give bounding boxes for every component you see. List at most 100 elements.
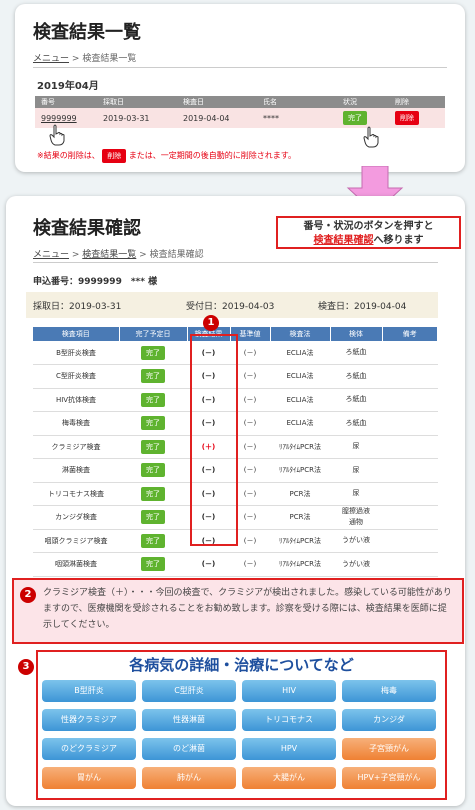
breadcrumb-menu-link[interactable]: メニュー [33, 54, 69, 64]
remarks [382, 529, 438, 553]
detail-page-title: 検査結果確認 [33, 218, 141, 239]
sample-type: ろ紙血 [330, 411, 382, 436]
page-title: 検査結果一覧 [33, 22, 141, 43]
test-method: ECLIA法 [270, 388, 330, 412]
disease-link-button[interactable]: 大腸がん [242, 767, 336, 789]
applicant-number: 申込番号：9999999 *** 様 [33, 277, 158, 287]
disease-link-button[interactable]: カンジダ [342, 709, 436, 731]
disease-link-button[interactable]: HPV+子宮頸がん [342, 767, 436, 789]
test-method: ﾘｱﾙﾀｲﾑPCR法 [270, 435, 330, 459]
test-item: 淋菌検査 [33, 458, 119, 483]
col-name: 氏名 [257, 96, 337, 108]
disease-link-button[interactable]: のどクラミジア [42, 738, 136, 760]
disease-link-button[interactable]: 性器クラミジア [42, 709, 136, 731]
callout-highlight: 検査結果確認 [313, 235, 374, 246]
annotation-badge-3: 3 [18, 659, 34, 675]
col-sample: 検体 [330, 327, 383, 341]
sample-type: うがい液 [330, 552, 382, 577]
disease-link-button[interactable]: のど淋菌 [142, 738, 236, 760]
delete-note-text-after: または、一定期間の後自動的に削除されます。 [128, 151, 296, 160]
test-method: ECLIA法 [270, 411, 330, 436]
annotation-badge-2: 2 [20, 587, 36, 603]
delete-note-text: ※結果の削除は、 [37, 151, 100, 160]
month-heading: 2019年04月 [37, 81, 99, 92]
divider [33, 67, 447, 68]
breadcrumb-separator: > [71, 54, 80, 64]
test-item: クラミジア検査 [33, 435, 119, 459]
disease-link-button[interactable]: 子宮頸がん [342, 738, 436, 760]
result-number-link[interactable]: 9999999 [41, 114, 77, 123]
test-method: ﾘｱﾙﾀｲﾑPCR法 [270, 458, 330, 483]
col-remarks: 備考 [382, 327, 438, 341]
sample-type: ろ紙血 [330, 341, 382, 365]
breadcrumb-list-link[interactable]: 検査結果一覧 [82, 250, 136, 260]
remarks [382, 364, 438, 389]
remarks [382, 341, 438, 365]
remarks [382, 552, 438, 577]
col-number: 番号 [35, 96, 97, 108]
breadcrumb-current: 検査結果一覧 [82, 54, 137, 64]
test-method: ECLIA法 [270, 364, 330, 389]
sample-type: 尿 [330, 458, 382, 483]
disease-link-button[interactable]: B型肝炎 [42, 680, 136, 702]
test-method: PCR法 [270, 505, 330, 530]
remarks [382, 505, 438, 530]
disease-link-button[interactable]: 梅毒 [342, 680, 436, 702]
test-method: ﾘｱﾙﾀｲﾑPCR法 [270, 552, 330, 577]
sample-type: ろ紙血 [330, 364, 382, 389]
table-row: 咽頭淋菌検査 完了 (－) (－) ﾘｱﾙﾀｲﾑPCR法 うがい液 [33, 552, 438, 577]
complete-badge: 完了 [141, 392, 165, 407]
col-status: 状況 [337, 96, 389, 108]
result-detail-card: 検査結果確認 メニュー > 検査結果一覧 > 検査結果確認 申込番号：99999… [6, 196, 465, 806]
hand-cursor-icon-status [363, 126, 379, 148]
complete-badge: 完了 [141, 486, 165, 501]
col-collect-date: 採取日 [97, 96, 177, 108]
col-delete: 削除 [389, 96, 445, 108]
date-bar: 採取日：2019-03-31 受付日：2019-04-03 検査日：2019-0… [26, 292, 438, 318]
test-item: カンジダ検査 [33, 505, 119, 530]
disease-link-button[interactable]: トリコモナス [242, 709, 336, 731]
hand-cursor-icon [49, 124, 65, 146]
disease-link-button[interactable]: HPV [242, 738, 336, 760]
test-item: C型肝炎検査 [33, 364, 119, 389]
sample-type: うがい液 [330, 529, 382, 553]
callout-line2: へ移ります [373, 235, 424, 246]
disease-link-button[interactable]: 肺がん [142, 767, 236, 789]
remarks [382, 388, 438, 412]
delete-button[interactable]: 削除 [395, 111, 419, 125]
test-item: 咽頭クラミジア検査 [33, 529, 119, 553]
test-item: B型肝炎検査 [33, 341, 119, 365]
detail-breadcrumb: メニュー > 検査結果一覧 > 検査結果確認 [33, 250, 204, 260]
disease-link-button[interactable]: 胃がん [42, 767, 136, 789]
complete-badge: 完了 [141, 439, 165, 454]
test-method: ﾘｱﾙﾀｲﾑPCR法 [270, 529, 330, 553]
chlamydia-message: クラミジア検査（＋）・・・今回の検査で、クラミジアが検出されました。感染している… [43, 588, 452, 630]
complete-badge: 完了 [141, 557, 165, 572]
disease-link-button[interactable]: HIV [242, 680, 336, 702]
test-item: 梅毒検査 [33, 411, 119, 436]
sample-type: ろ紙血 [330, 388, 382, 412]
remarks [382, 411, 438, 436]
test-method: PCR法 [270, 482, 330, 506]
delete-note-button: 削除 [102, 149, 127, 163]
collect-date-cell: 2019-03-31 [97, 108, 177, 128]
breadcrumb-menu-link[interactable]: メニュー [33, 250, 69, 260]
disease-link-button[interactable]: C型肝炎 [142, 680, 236, 702]
test-method: ECLIA法 [270, 341, 330, 365]
reference-value: (－) [230, 552, 270, 577]
test-date-cell: 2019-04-04 [177, 108, 257, 128]
received-date: 受付日：2019-04-03 [186, 302, 275, 312]
col-item: 検査項目 [33, 327, 120, 341]
complete-badge: 完了 [141, 533, 165, 548]
complete-badge: 完了 [141, 416, 165, 431]
callout-line1: 番号・状況のボタンを押すと [303, 221, 434, 232]
breadcrumb: メニュー > 検査結果一覧 [33, 51, 136, 64]
name-cell: **** [257, 108, 337, 128]
annotation-badge-1: 1 [203, 315, 219, 331]
collect-date: 採取日：2019-03-31 [33, 302, 122, 312]
status-complete-button[interactable]: 完了 [343, 111, 367, 125]
sample-type: 尿 [330, 482, 382, 506]
result-column-highlight [190, 334, 238, 546]
disease-link-button[interactable]: 性器淋菌 [142, 709, 236, 731]
delete-note: ※結果の削除は、 削除 または、一定期間の後自動的に削除されます。 [37, 149, 296, 163]
